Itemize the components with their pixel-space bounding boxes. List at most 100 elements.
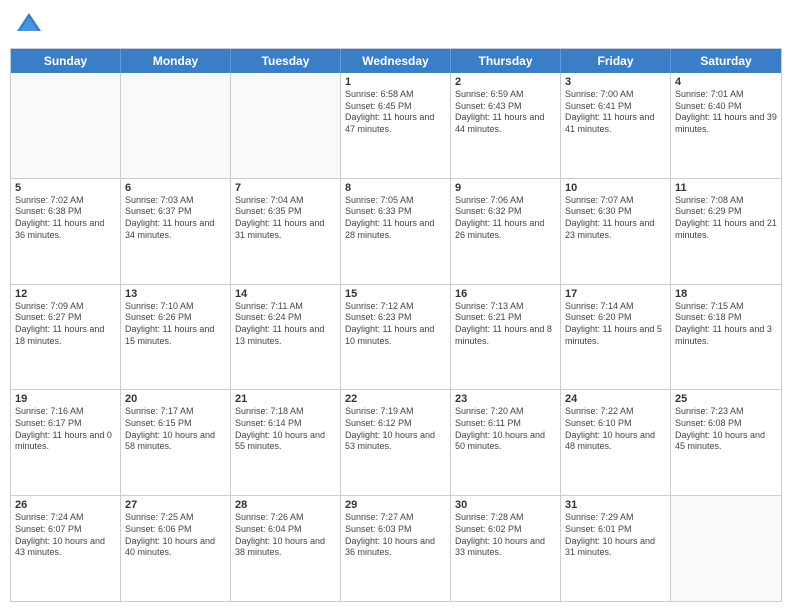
day-header-wednesday: Wednesday <box>341 49 451 73</box>
calendar-cell: 9Sunrise: 7:06 AM Sunset: 6:32 PM Daylig… <box>451 179 561 284</box>
cell-day-number: 29 <box>345 499 446 511</box>
cell-day-number: 9 <box>455 182 556 194</box>
calendar-cell: 27Sunrise: 7:25 AM Sunset: 6:06 PM Dayli… <box>121 496 231 601</box>
cell-info: Sunrise: 7:05 AM Sunset: 6:33 PM Dayligh… <box>345 195 446 242</box>
header <box>10 10 782 40</box>
calendar-cell: 16Sunrise: 7:13 AM Sunset: 6:21 PM Dayli… <box>451 285 561 390</box>
calendar-cell: 4Sunrise: 7:01 AM Sunset: 6:40 PM Daylig… <box>671 73 781 178</box>
week-row-4: 19Sunrise: 7:16 AM Sunset: 6:17 PM Dayli… <box>11 390 781 496</box>
calendar-cell: 3Sunrise: 7:00 AM Sunset: 6:41 PM Daylig… <box>561 73 671 178</box>
cell-day-number: 2 <box>455 76 556 88</box>
week-row-5: 26Sunrise: 7:24 AM Sunset: 6:07 PM Dayli… <box>11 496 781 601</box>
calendar-cell: 30Sunrise: 7:28 AM Sunset: 6:02 PM Dayli… <box>451 496 561 601</box>
cell-day-number: 8 <box>345 182 446 194</box>
day-header-monday: Monday <box>121 49 231 73</box>
cell-info: Sunrise: 7:26 AM Sunset: 6:04 PM Dayligh… <box>235 512 336 559</box>
cell-day-number: 14 <box>235 288 336 300</box>
day-header-thursday: Thursday <box>451 49 561 73</box>
calendar-cell: 15Sunrise: 7:12 AM Sunset: 6:23 PM Dayli… <box>341 285 451 390</box>
calendar-cell: 24Sunrise: 7:22 AM Sunset: 6:10 PM Dayli… <box>561 390 671 495</box>
cell-day-number: 6 <box>125 182 226 194</box>
cell-info: Sunrise: 7:11 AM Sunset: 6:24 PM Dayligh… <box>235 301 336 348</box>
cell-info: Sunrise: 7:01 AM Sunset: 6:40 PM Dayligh… <box>675 89 777 136</box>
cell-info: Sunrise: 7:17 AM Sunset: 6:15 PM Dayligh… <box>125 406 226 453</box>
calendar-cell: 6Sunrise: 7:03 AM Sunset: 6:37 PM Daylig… <box>121 179 231 284</box>
cell-info: Sunrise: 7:00 AM Sunset: 6:41 PM Dayligh… <box>565 89 666 136</box>
cell-day-number: 17 <box>565 288 666 300</box>
cell-day-number: 28 <box>235 499 336 511</box>
calendar-cell: 5Sunrise: 7:02 AM Sunset: 6:38 PM Daylig… <box>11 179 121 284</box>
logo-icon <box>14 10 44 40</box>
cell-info: Sunrise: 7:03 AM Sunset: 6:37 PM Dayligh… <box>125 195 226 242</box>
calendar-cell: 14Sunrise: 7:11 AM Sunset: 6:24 PM Dayli… <box>231 285 341 390</box>
cell-day-number: 18 <box>675 288 777 300</box>
cell-info: Sunrise: 7:23 AM Sunset: 6:08 PM Dayligh… <box>675 406 777 453</box>
cell-info: Sunrise: 7:04 AM Sunset: 6:35 PM Dayligh… <box>235 195 336 242</box>
calendar-cell <box>231 73 341 178</box>
calendar-cell: 8Sunrise: 7:05 AM Sunset: 6:33 PM Daylig… <box>341 179 451 284</box>
calendar-cell: 10Sunrise: 7:07 AM Sunset: 6:30 PM Dayli… <box>561 179 671 284</box>
calendar-cell: 23Sunrise: 7:20 AM Sunset: 6:11 PM Dayli… <box>451 390 561 495</box>
cell-day-number: 4 <box>675 76 777 88</box>
cell-info: Sunrise: 7:24 AM Sunset: 6:07 PM Dayligh… <box>15 512 116 559</box>
day-headers: SundayMondayTuesdayWednesdayThursdayFrid… <box>11 49 781 73</box>
cell-info: Sunrise: 7:16 AM Sunset: 6:17 PM Dayligh… <box>15 406 116 453</box>
calendar-cell <box>671 496 781 601</box>
week-row-2: 5Sunrise: 7:02 AM Sunset: 6:38 PM Daylig… <box>11 179 781 285</box>
calendar-cell: 1Sunrise: 6:58 AM Sunset: 6:45 PM Daylig… <box>341 73 451 178</box>
day-header-sunday: Sunday <box>11 49 121 73</box>
cell-day-number: 26 <box>15 499 116 511</box>
cell-day-number: 30 <box>455 499 556 511</box>
calendar-cell <box>11 73 121 178</box>
cell-info: Sunrise: 7:10 AM Sunset: 6:26 PM Dayligh… <box>125 301 226 348</box>
cell-info: Sunrise: 7:09 AM Sunset: 6:27 PM Dayligh… <box>15 301 116 348</box>
cell-day-number: 13 <box>125 288 226 300</box>
cell-day-number: 21 <box>235 393 336 405</box>
cell-info: Sunrise: 7:12 AM Sunset: 6:23 PM Dayligh… <box>345 301 446 348</box>
day-header-saturday: Saturday <box>671 49 781 73</box>
cell-info: Sunrise: 7:15 AM Sunset: 6:18 PM Dayligh… <box>675 301 777 348</box>
cell-day-number: 7 <box>235 182 336 194</box>
calendar: SundayMondayTuesdayWednesdayThursdayFrid… <box>10 48 782 602</box>
week-row-3: 12Sunrise: 7:09 AM Sunset: 6:27 PM Dayli… <box>11 285 781 391</box>
calendar-cell: 19Sunrise: 7:16 AM Sunset: 6:17 PM Dayli… <box>11 390 121 495</box>
calendar-cell <box>121 73 231 178</box>
cell-info: Sunrise: 7:13 AM Sunset: 6:21 PM Dayligh… <box>455 301 556 348</box>
calendar-cell: 25Sunrise: 7:23 AM Sunset: 6:08 PM Dayli… <box>671 390 781 495</box>
calendar-cell: 7Sunrise: 7:04 AM Sunset: 6:35 PM Daylig… <box>231 179 341 284</box>
cell-day-number: 25 <box>675 393 777 405</box>
calendar-cell: 13Sunrise: 7:10 AM Sunset: 6:26 PM Dayli… <box>121 285 231 390</box>
cell-info: Sunrise: 7:22 AM Sunset: 6:10 PM Dayligh… <box>565 406 666 453</box>
cell-info: Sunrise: 7:14 AM Sunset: 6:20 PM Dayligh… <box>565 301 666 348</box>
cell-day-number: 31 <box>565 499 666 511</box>
cell-info: Sunrise: 7:07 AM Sunset: 6:30 PM Dayligh… <box>565 195 666 242</box>
cell-info: Sunrise: 6:58 AM Sunset: 6:45 PM Dayligh… <box>345 89 446 136</box>
calendar-cell: 12Sunrise: 7:09 AM Sunset: 6:27 PM Dayli… <box>11 285 121 390</box>
cell-day-number: 22 <box>345 393 446 405</box>
calendar-cell: 28Sunrise: 7:26 AM Sunset: 6:04 PM Dayli… <box>231 496 341 601</box>
cell-day-number: 5 <box>15 182 116 194</box>
cell-info: Sunrise: 7:02 AM Sunset: 6:38 PM Dayligh… <box>15 195 116 242</box>
cell-day-number: 24 <box>565 393 666 405</box>
calendar-body: 1Sunrise: 6:58 AM Sunset: 6:45 PM Daylig… <box>11 73 781 601</box>
cell-info: Sunrise: 7:28 AM Sunset: 6:02 PM Dayligh… <box>455 512 556 559</box>
calendar-cell: 11Sunrise: 7:08 AM Sunset: 6:29 PM Dayli… <box>671 179 781 284</box>
calendar-cell: 17Sunrise: 7:14 AM Sunset: 6:20 PM Dayli… <box>561 285 671 390</box>
cell-day-number: 10 <box>565 182 666 194</box>
cell-day-number: 12 <box>15 288 116 300</box>
cell-day-number: 3 <box>565 76 666 88</box>
logo <box>14 10 48 40</box>
calendar-cell: 22Sunrise: 7:19 AM Sunset: 6:12 PM Dayli… <box>341 390 451 495</box>
calendar-cell: 31Sunrise: 7:29 AM Sunset: 6:01 PM Dayli… <box>561 496 671 601</box>
cell-info: Sunrise: 7:19 AM Sunset: 6:12 PM Dayligh… <box>345 406 446 453</box>
cell-day-number: 27 <box>125 499 226 511</box>
day-header-friday: Friday <box>561 49 671 73</box>
calendar-cell: 2Sunrise: 6:59 AM Sunset: 6:43 PM Daylig… <box>451 73 561 178</box>
cell-info: Sunrise: 7:06 AM Sunset: 6:32 PM Dayligh… <box>455 195 556 242</box>
calendar-cell: 20Sunrise: 7:17 AM Sunset: 6:15 PM Dayli… <box>121 390 231 495</box>
cell-day-number: 11 <box>675 182 777 194</box>
cell-day-number: 23 <box>455 393 556 405</box>
cell-day-number: 15 <box>345 288 446 300</box>
cell-info: Sunrise: 7:25 AM Sunset: 6:06 PM Dayligh… <box>125 512 226 559</box>
cell-info: Sunrise: 6:59 AM Sunset: 6:43 PM Dayligh… <box>455 89 556 136</box>
